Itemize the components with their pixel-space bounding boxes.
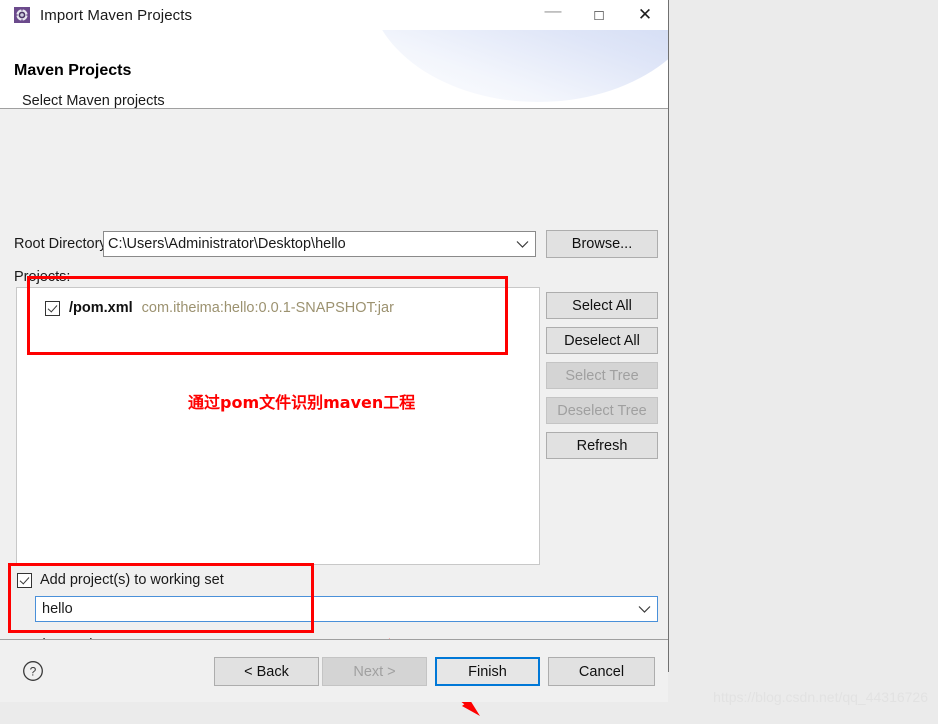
chevron-down-icon[interactable] [631,605,657,614]
working-set-checkbox[interactable] [17,572,32,588]
svg-text:?: ? [30,665,37,679]
select-tree-button: Select Tree [546,362,658,389]
window-title: Import Maven Projects [40,6,193,24]
root-directory-combobox[interactable]: C:\Users\Administrator\Desktop\hello [103,231,536,257]
maximize-button[interactable]: □ [576,0,622,30]
deselect-all-button[interactable]: Deselect All [546,327,658,354]
project-coordinates: com.itheima:hello:0.0.1-SNAPSHOT:jar [141,300,394,316]
list-item[interactable]: /pom.xml com.itheima:hello:0.0.1-SNAPSHO… [45,298,394,318]
projects-label: Projects: [14,269,71,285]
project-name: /pom.xml [69,300,133,316]
projects-list[interactable]: /pom.xml com.itheima:hello:0.0.1-SNAPSHO… [16,287,540,565]
working-set-label: Add project(s) to working set [40,572,224,588]
refresh-button[interactable]: Refresh [546,432,658,459]
deselect-tree-button: Deselect Tree [546,397,658,424]
banner-swoosh-graphic [368,30,668,102]
page-subtitle: Select Maven projects [22,93,165,109]
working-set-value: hello [42,601,73,617]
page-title: Maven Projects [14,62,132,79]
finish-button[interactable]: Finish [435,657,540,686]
root-directory-value: C:\Users\Administrator\Desktop\hello [108,236,346,252]
project-checkbox[interactable] [45,300,60,316]
close-button[interactable]: ✕ [622,0,668,30]
dialog-body: Root Directory: C:\Users\Administrator\D… [0,109,668,716]
back-button[interactable]: < Back [214,657,319,686]
maven-gear-icon [14,7,30,23]
cancel-button[interactable]: Cancel [548,657,655,686]
chevron-down-icon[interactable] [509,240,535,249]
window-controls: — □ ✕ [530,0,668,30]
working-set-combobox[interactable]: hello [35,596,658,622]
next-button: Next > [322,657,427,686]
root-directory-label: Root Directory: [14,236,111,252]
watermark: https://blog.csdn.net/qq_44316726 [713,689,928,705]
select-all-button[interactable]: Select All [546,292,658,319]
dialog-footer: ? < Back Next > Finish Cancel [0,639,668,702]
working-set-checkbox-row[interactable]: Add project(s) to working set [17,572,224,588]
import-maven-projects-dialog: Import Maven Projects — □ ✕ Maven Projec… [0,0,669,716]
question-mark-icon[interactable]: ? [22,660,44,682]
wizard-header: Maven Projects Select Maven projects [0,30,668,109]
annotation-note: 通过pom文件识别maven工程 [188,393,416,412]
title-bar: Import Maven Projects — □ ✕ [0,0,668,30]
minimize-button[interactable]: — [530,0,576,34]
browse-button[interactable]: Browse... [546,230,658,258]
